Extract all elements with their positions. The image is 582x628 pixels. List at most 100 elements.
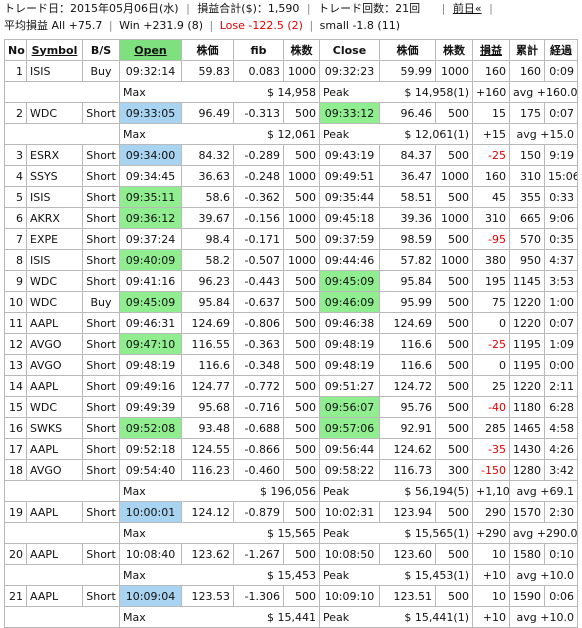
group-avg: avg +15.0 <box>509 123 578 145</box>
avg-lose: Lose -122.5 (2) <box>219 19 303 32</box>
peak-label: Peak <box>319 81 380 103</box>
table-row: 11 AAPL Short 09:46:31 124.69 -0.806 500 09:46:… <box>4 312 578 334</box>
prev-day-link[interactable]: 前日« <box>453 1 482 17</box>
col-fib-header: fib <box>233 39 284 61</box>
elapsed: 0:07 <box>544 102 578 124</box>
open-price: 58.6 <box>181 186 234 208</box>
shares: 1000 <box>283 165 320 187</box>
table-row: 4 SSYS Short 09:34:45 36.63 -0.248 1000 09:49:5… <box>4 165 578 187</box>
elapsed: 2:11 <box>544 375 578 397</box>
open-price: 123.62 <box>181 543 234 565</box>
trade-date: 2015年05月06日(水) <box>70 2 179 15</box>
symbol: SSYS <box>26 165 83 187</box>
open-time: 09:48:19 <box>119 354 182 376</box>
close-shares: 1000 <box>435 207 473 229</box>
close-shares: 500 <box>435 228 473 250</box>
col-pl-header[interactable]: 損益 <box>472 39 510 61</box>
table-row: 9 WDC Short 09:41:16 96.23 -0.443 500 09:45:09 9… <box>4 270 578 292</box>
profit-total-label: 損益合計($)： <box>197 2 268 15</box>
open-time: 09:45:09 <box>119 291 182 313</box>
separator: | <box>306 2 311 15</box>
open-price: 124.69 <box>181 312 234 334</box>
shares: 500 <box>283 228 320 250</box>
table-row: 17 AAPL Short 09:52:18 124.55 -0.866 500 09:56:… <box>4 438 578 460</box>
trade-date-label: トレード日： <box>4 2 70 15</box>
close-price: 124.72 <box>379 375 436 397</box>
symbol: SWKS <box>26 417 83 439</box>
symbol: ESRX <box>26 144 83 166</box>
fib: -0.313 <box>233 102 284 124</box>
elapsed: 6:28 <box>544 396 578 418</box>
open-price: 96.49 <box>181 102 234 124</box>
shares: 500 <box>283 333 320 355</box>
close-shares: 500 <box>435 270 473 292</box>
max-label: Max <box>119 480 234 502</box>
symbol: AVGO <box>26 459 83 481</box>
profit-loss: 290 <box>472 501 510 523</box>
profit-loss: 285 <box>472 417 510 439</box>
trade-no: 4 <box>4 165 27 187</box>
group-pl: +15 <box>472 123 510 145</box>
close-shares: 500 <box>435 375 473 397</box>
shares: 500 <box>283 459 320 481</box>
table-row: 12 AVGO Short 09:47:10 116.55 -0.363 500 09:48:… <box>4 333 578 355</box>
close-time: 09:46:09 <box>319 291 380 313</box>
max-label: Max <box>119 606 234 628</box>
buy-sell: Short <box>82 165 120 187</box>
buy-sell: Short <box>82 228 120 250</box>
elapsed: 4:58 <box>544 417 578 439</box>
fib: -0.688 <box>233 417 284 439</box>
shares: 500 <box>283 291 320 313</box>
close-time: 09:43:19 <box>319 144 380 166</box>
trade-no: 12 <box>4 333 27 355</box>
fib: 0.083 <box>233 60 284 82</box>
col-open-header[interactable]: Open <box>119 39 182 61</box>
close-time: 09:48:19 <box>319 354 380 376</box>
peak-value: $ 15,565(1) <box>379 522 473 544</box>
profit-loss: 380 <box>472 249 510 271</box>
close-price: 58.51 <box>379 186 436 208</box>
group-pl: +1,105 <box>472 480 510 502</box>
buy-sell: Short <box>82 459 120 481</box>
close-price: 124.62 <box>379 438 436 460</box>
buy-sell: Buy <box>82 291 120 313</box>
close-shares: 500 <box>435 417 473 439</box>
elapsed: 2:30 <box>544 501 578 523</box>
profit-loss: 10 <box>472 543 510 565</box>
shares: 500 <box>283 585 320 607</box>
max-value: $ 15,453 <box>233 564 320 586</box>
buy-sell: Short <box>82 438 120 460</box>
trade-no: 11 <box>4 312 27 334</box>
shares: 1000 <box>283 207 320 229</box>
cumulative: 1220 <box>509 291 545 313</box>
summary-blank <box>4 123 120 145</box>
symbol: AAPL <box>26 501 83 523</box>
trade-count-label: トレード回数： <box>318 2 396 15</box>
elapsed: 1:09 <box>544 333 578 355</box>
col-close-header: Close <box>319 39 380 61</box>
open-price: 116.6 <box>181 354 234 376</box>
open-price: 124.12 <box>181 501 234 523</box>
close-price: 95.84 <box>379 270 436 292</box>
close-time: 09:56:07 <box>319 396 380 418</box>
cumulative: 355 <box>509 186 545 208</box>
close-price: 123.60 <box>379 543 436 565</box>
symbol: AKRX <box>26 207 83 229</box>
trade-no: 19 <box>4 501 27 523</box>
col-no-header: No <box>4 39 27 61</box>
elapsed: 0:33 <box>544 186 578 208</box>
max-label: Max <box>119 522 234 544</box>
close-shares: 500 <box>435 333 473 355</box>
profit-loss: 195 <box>472 270 510 292</box>
trade-no: 1 <box>4 60 27 82</box>
avg-small: small -1.8 (11) <box>319 19 400 32</box>
trade-no: 13 <box>4 354 27 376</box>
table-header-row: No Symbol B/S Open 株価 fib 株数 Close 株価 株数… <box>4 39 578 61</box>
close-time: 09:35:44 <box>319 186 380 208</box>
open-time: 09:33:05 <box>119 102 182 124</box>
symbol: AVGO <box>26 333 83 355</box>
col-symbol-header[interactable]: Symbol <box>26 39 83 61</box>
open-price: 98.4 <box>181 228 234 250</box>
peak-label: Peak <box>319 123 380 145</box>
summary-row: Max $ 15,441 Peak $ 15,441(1) +10 avg +10.0 <box>4 606 578 628</box>
